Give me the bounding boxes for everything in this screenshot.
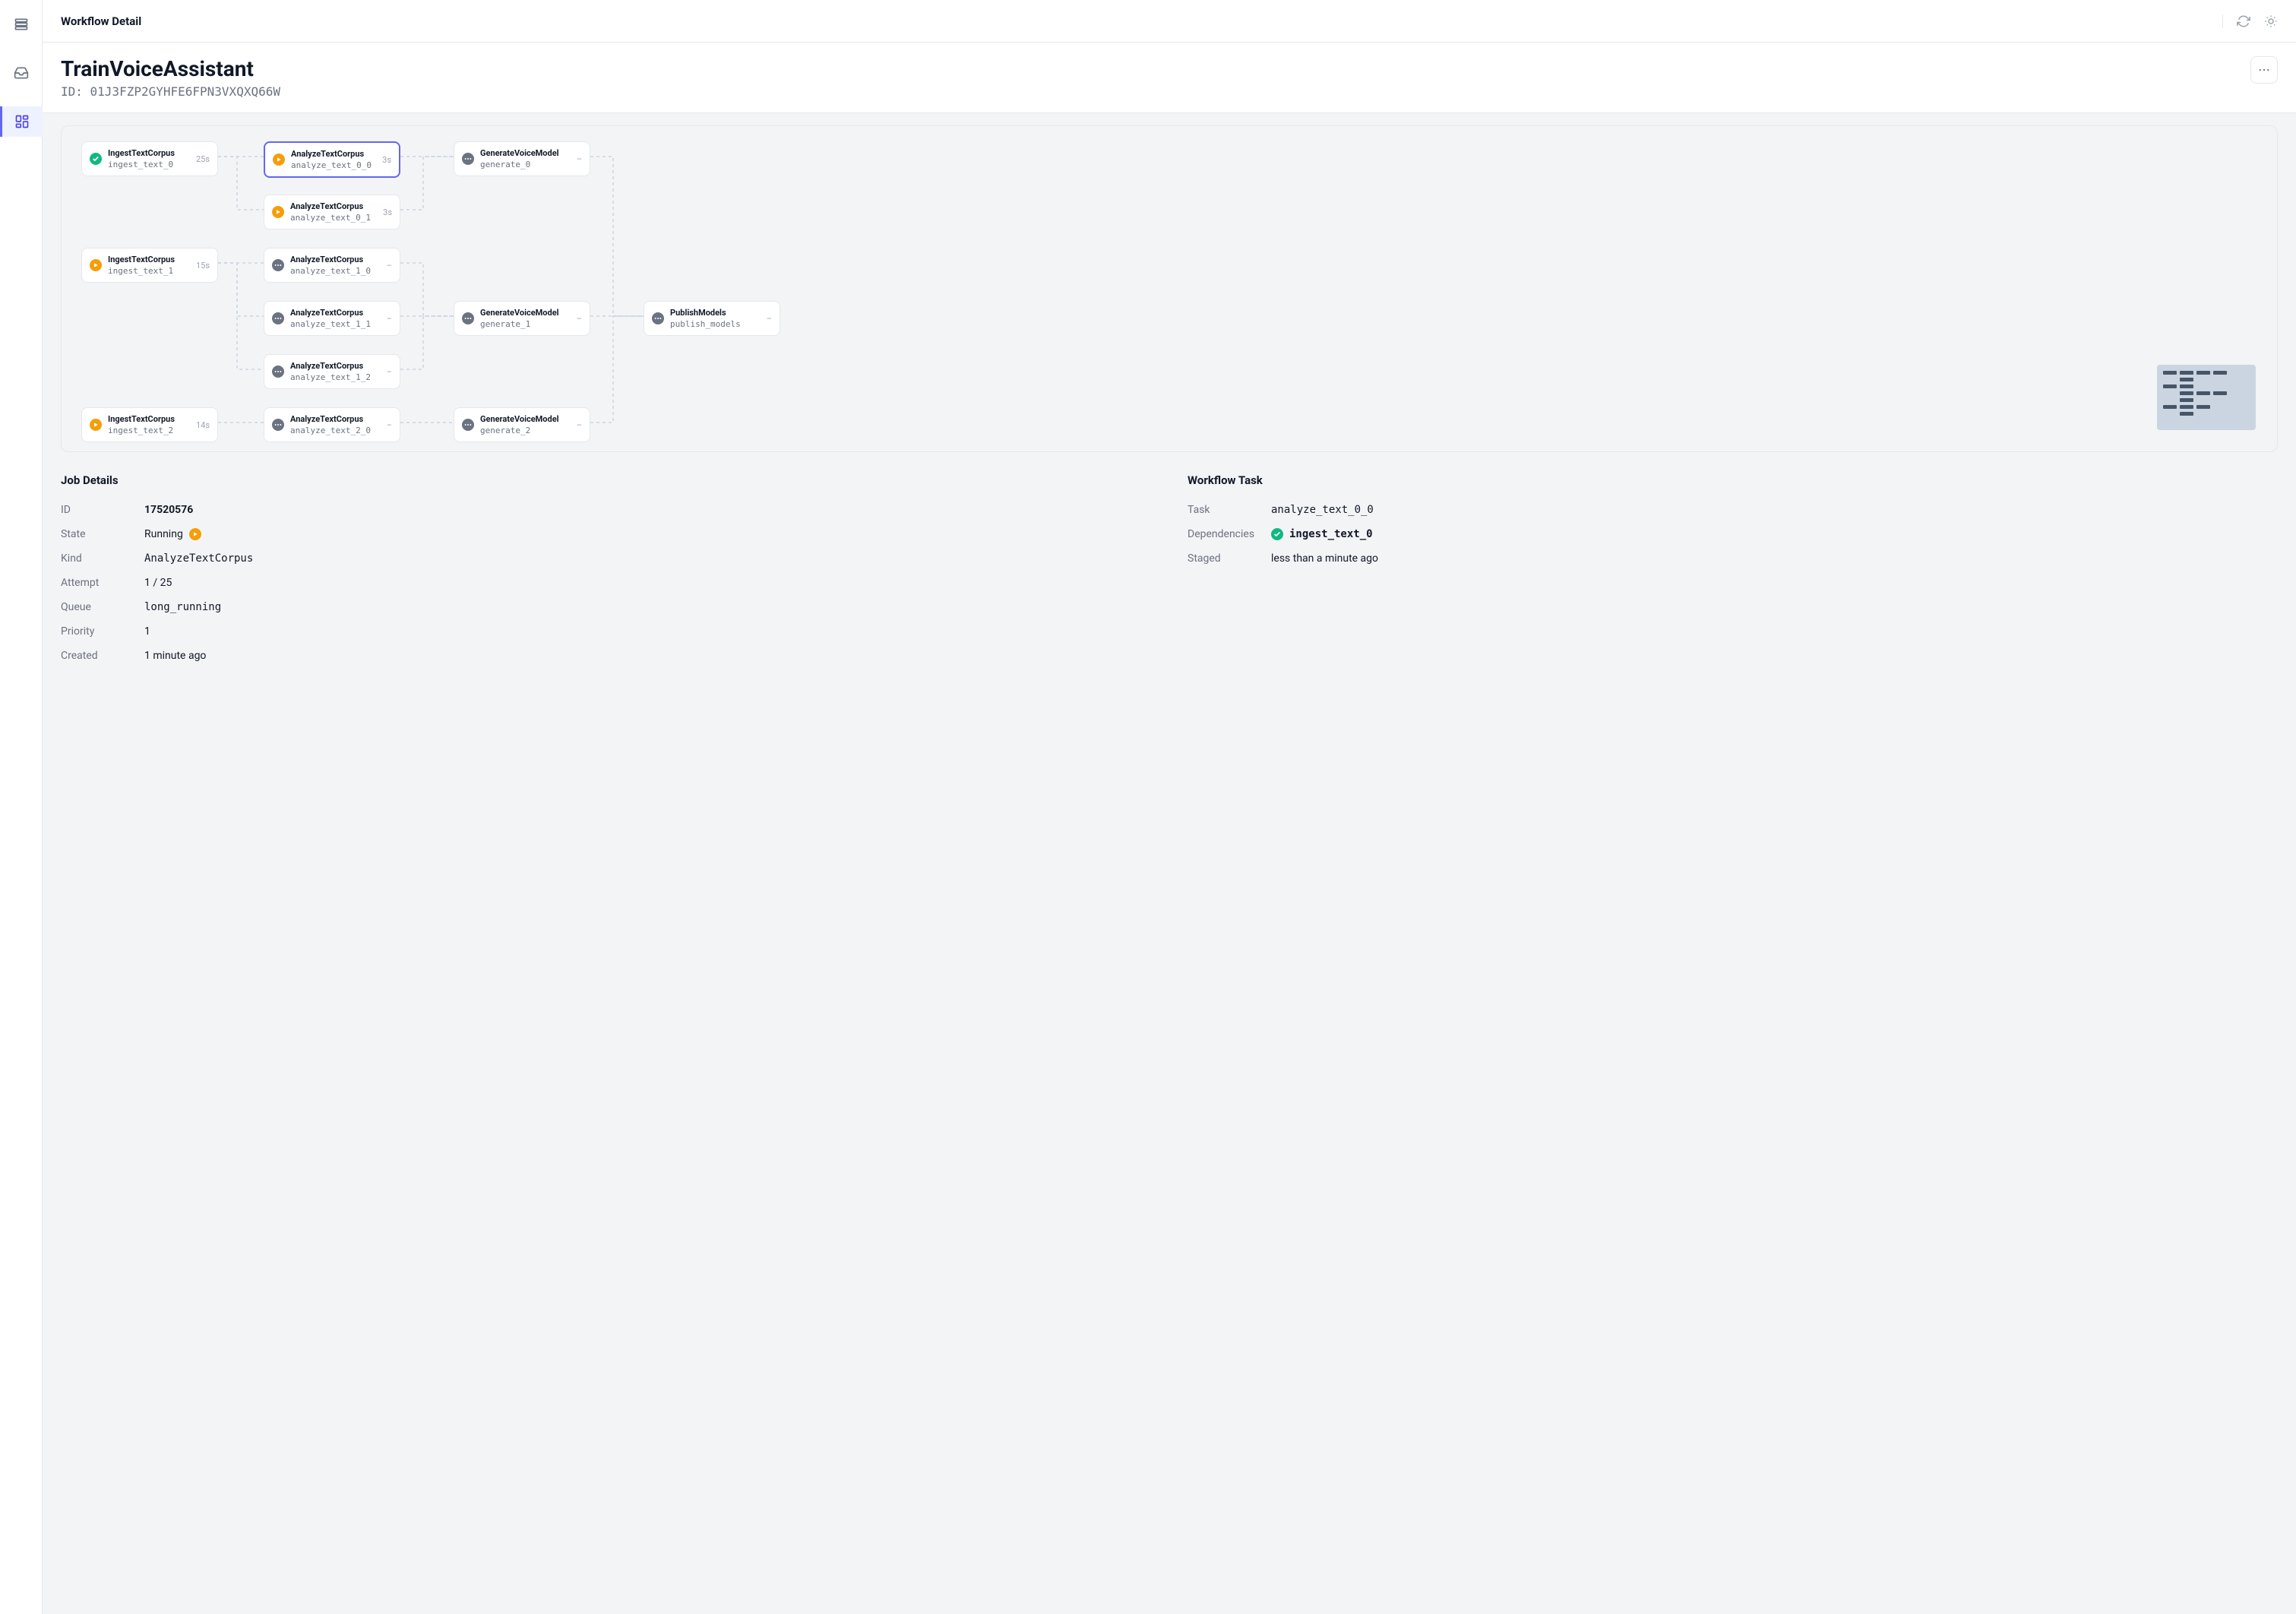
topbar: Workflow Detail bbox=[43, 0, 2296, 43]
workflows-icon bbox=[14, 114, 30, 129]
job-created: 1 minute ago bbox=[144, 650, 206, 662]
play-icon bbox=[90, 259, 102, 271]
wf-task-staged: less than a minute ago bbox=[1271, 552, 1378, 565]
node-generate-0[interactable]: GenerateVoiceModelgenerate_0 – bbox=[454, 141, 590, 176]
workflow-task-panel: Workflow Task Taskanalyze_text_0_0 Depen… bbox=[1188, 473, 2278, 668]
node-generate-1[interactable]: GenerateVoiceModelgenerate_1 – bbox=[454, 301, 590, 336]
check-icon bbox=[1271, 528, 1283, 540]
dots-icon bbox=[462, 153, 474, 165]
node-analyze-text-1-2[interactable]: AnalyzeTextCorpusanalyze_text_1_2 – bbox=[264, 354, 400, 389]
sidebar-item-workflows[interactable] bbox=[0, 106, 43, 137]
workflow-canvas[interactable]: IngestTextCorpusingest_text_0 25s Ingest… bbox=[61, 125, 2278, 452]
job-details-panel: Job Details ID17520576 StateRunning Kind… bbox=[61, 473, 1151, 668]
dots-icon bbox=[272, 419, 284, 431]
page-title: Workflow Detail bbox=[61, 14, 141, 28]
inbox-icon bbox=[14, 65, 29, 81]
job-id: 17520576 bbox=[144, 504, 193, 516]
wf-task-name: analyze_text_0_0 bbox=[1271, 504, 1374, 516]
minimap[interactable] bbox=[2157, 365, 2256, 430]
sidebar-item-queues[interactable] bbox=[0, 9, 43, 40]
dots-icon bbox=[272, 312, 284, 324]
play-icon bbox=[273, 153, 285, 166]
play-icon bbox=[90, 419, 102, 431]
play-icon bbox=[272, 206, 284, 218]
node-analyze-text-2-0[interactable]: AnalyzeTextCorpusanalyze_text_2_0 – bbox=[264, 407, 400, 442]
play-icon bbox=[189, 528, 201, 540]
node-analyze-text-1-0[interactable]: AnalyzeTextCorpusanalyze_text_1_0 – bbox=[264, 248, 400, 283]
sidebar bbox=[0, 0, 43, 1614]
dots-icon bbox=[272, 259, 284, 271]
graph-edges bbox=[74, 138, 2265, 439]
node-analyze-text-1-1[interactable]: AnalyzeTextCorpusanalyze_text_1_1 – bbox=[264, 301, 400, 336]
node-publish-models[interactable]: PublishModelspublish_models – bbox=[644, 301, 780, 336]
job-attempt: 1 / 25 bbox=[144, 577, 172, 589]
wf-task-deps: ingest_text_0 bbox=[1271, 528, 1373, 540]
dots-icon bbox=[272, 366, 284, 378]
job-kind: AnalyzeTextCorpus bbox=[144, 552, 253, 565]
node-analyze-text-0-0[interactable]: AnalyzeTextCorpusanalyze_text_0_0 3s bbox=[264, 141, 400, 178]
check-icon bbox=[90, 153, 102, 165]
job-details-title: Job Details bbox=[61, 473, 1151, 487]
refresh-icon bbox=[2237, 14, 2250, 28]
node-ingest-text-1[interactable]: IngestTextCorpusingest_text_1 15s bbox=[81, 248, 218, 283]
job-priority: 1 bbox=[144, 625, 150, 638]
workflow-name: TrainVoiceAssistant bbox=[61, 56, 280, 81]
job-state: Running bbox=[144, 528, 201, 540]
node-ingest-text-2[interactable]: IngestTextCorpusingest_text_2 14s bbox=[81, 407, 218, 442]
job-queue: long_running bbox=[144, 601, 221, 613]
node-generate-2[interactable]: GenerateVoiceModelgenerate_2 – bbox=[454, 407, 590, 442]
sun-icon bbox=[2264, 14, 2278, 28]
more-button[interactable] bbox=[2250, 56, 2278, 84]
refresh-button[interactable] bbox=[2237, 14, 2250, 28]
dots-icon bbox=[462, 419, 474, 431]
node-analyze-text-0-1[interactable]: AnalyzeTextCorpusanalyze_text_0_1 3s bbox=[264, 195, 400, 229]
dots-icon bbox=[652, 312, 664, 324]
sidebar-item-inbox[interactable] bbox=[0, 58, 43, 88]
node-ingest-text-0[interactable]: IngestTextCorpusingest_text_0 25s bbox=[81, 141, 218, 176]
workflow-task-title: Workflow Task bbox=[1188, 473, 2278, 487]
workflow-id: ID: 01J3FZP2GYHFE6FPN3VXQXQ66W bbox=[61, 84, 280, 99]
queues-icon bbox=[14, 17, 29, 32]
dots-icon bbox=[462, 312, 474, 324]
workflow-header: TrainVoiceAssistant ID: 01J3FZP2GYHFE6FP… bbox=[43, 43, 2296, 113]
dots-icon bbox=[2257, 63, 2271, 77]
theme-toggle-button[interactable] bbox=[2264, 14, 2278, 28]
